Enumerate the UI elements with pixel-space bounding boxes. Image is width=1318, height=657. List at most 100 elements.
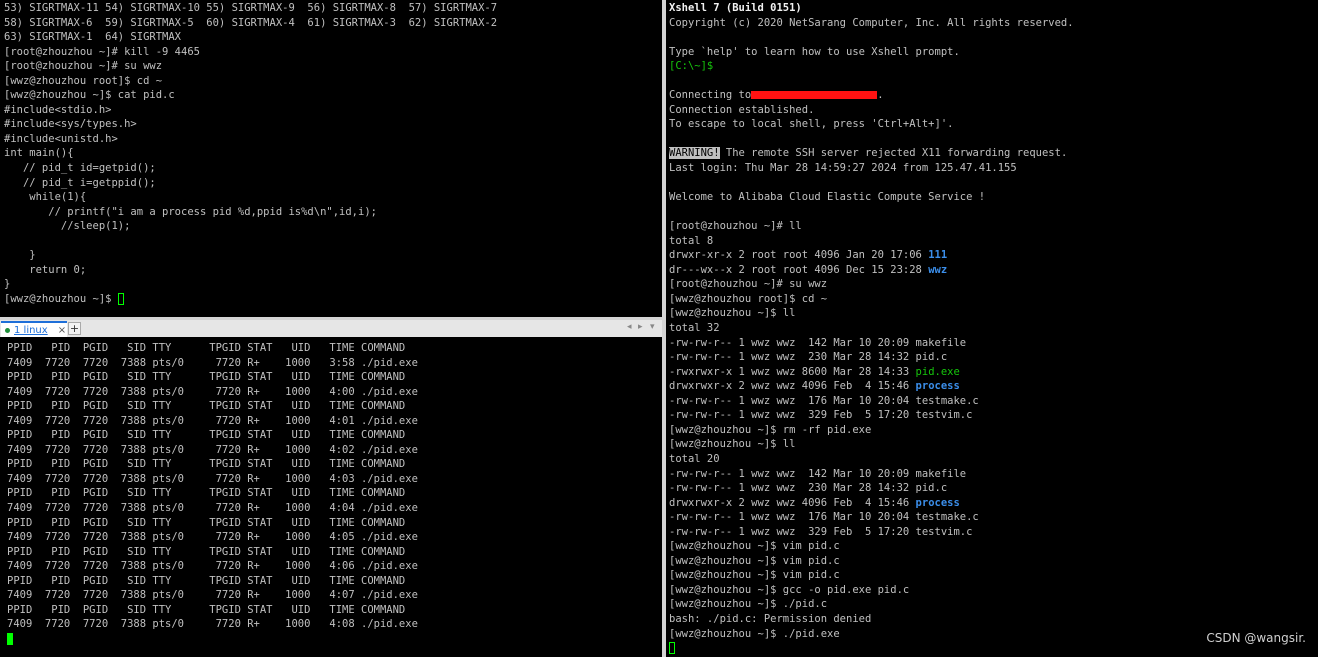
close-icon[interactable]: ×: [57, 325, 67, 336]
terminal-line: Connecting to.: [669, 88, 1318, 103]
tab-1-linux[interactable]: 1 linux ×: [1, 321, 67, 337]
terminal-text: dr---wx--x 2 root root 4096 Dec 15 23:28: [669, 263, 929, 276]
terminal-line: [root@zhouzhou ~]# ll: [669, 219, 1318, 234]
terminal-line: [wwz@zhouzhou ~]$ rm -rf pid.exe: [669, 423, 1318, 438]
terminal-line: 7409 7720 7720 7388 pts/0 7720 R+ 1000 4…: [7, 617, 662, 632]
terminal-line: 7409 7720 7720 7388 pts/0 7720 R+ 1000 4…: [7, 443, 662, 458]
terminal-line: PPID PID PGID SID TTY TPGID STAT UID TIM…: [7, 574, 662, 589]
terminal-line: #include<sys/types.h>: [4, 117, 662, 132]
terminal-text: PPID PID PGID SID TTY TPGID STAT UID TIM…: [7, 603, 406, 616]
terminal-pane-right[interactable]: Xshell 7 (Build 0151) Copyright (c) 2020 …: [666, 0, 1318, 657]
terminal-text: 7409 7720 7720 7388 pts/0 7720 R+ 1000 4…: [7, 560, 418, 573]
terminal-text: 7409 7720 7720 7388 pts/0 7720 R+ 1000 4…: [7, 414, 418, 427]
terminal-text: Connecting to: [669, 89, 752, 102]
text-cursor: [117, 292, 124, 305]
terminal-text: -rw-rw-r-- 1 wwz wwz 142 Mar 10 20:09 ma…: [669, 467, 967, 480]
terminal-text: [wwz@zhouzhou ~]$ vim pid.c: [669, 540, 840, 553]
terminal-line: [root@zhouzhou ~]# su wwz: [669, 277, 1318, 292]
terminal-line: -rwxrwxr-x 1 wwz wwz 8600 Mar 28 14:33 p…: [669, 365, 1318, 380]
terminal-line: PPID PID PGID SID TTY TPGID STAT UID TIM…: [7, 399, 662, 414]
terminal-line: 53) SIGRTMAX-11 54) SIGRTMAX-10 55) SIGR…: [4, 1, 662, 16]
terminal-text: [wwz@zhouzhou ~]$ rm -rf pid.exe: [669, 423, 872, 436]
add-tab-button[interactable]: +: [68, 322, 81, 335]
terminal-line: // pid_t i=getppid();: [4, 176, 662, 191]
terminal-text: 7409 7720 7720 7388 pts/0 7720 R+ 1000 4…: [7, 531, 418, 544]
terminal-line: Type `help' to learn how to use Xshell p…: [669, 45, 1318, 60]
terminal-text: [wwz@zhouzhou ~]$: [4, 292, 118, 305]
terminal-text: 7409 7720 7720 7388 pts/0 7720 R+ 1000 4…: [7, 443, 418, 456]
terminal-text: 63) SIGRTMAX-1 64) SIGRTMAX: [4, 31, 182, 44]
terminal-line: [wwz@zhouzhou ~]$ ll: [669, 437, 1318, 452]
terminal-line: Welcome to Alibaba Cloud Elastic Compute…: [669, 190, 1318, 205]
terminal-line: 7409 7720 7720 7388 pts/0 7720 R+ 1000 4…: [7, 588, 662, 603]
terminal-line: -rw-rw-r-- 1 wwz wwz 230 Mar 28 14:32 pi…: [669, 481, 1318, 496]
terminal-line: Xshell 7 (Build 0151): [669, 1, 1318, 16]
terminal-text: PPID PID PGID SID TTY TPGID STAT UID TIM…: [7, 371, 406, 384]
tab-label: 1 linux: [14, 324, 48, 336]
directory-name: wwz: [928, 263, 948, 276]
terminal-line: PPID PID PGID SID TTY TPGID STAT UID TIM…: [7, 428, 662, 443]
terminal-pane-bottom-left[interactable]: PPID PID PGID SID TTY TPGID STAT UID TIM…: [0, 337, 662, 657]
terminal-text: //sleep(1);: [4, 220, 131, 233]
terminal-line: bash: ./pid.c: Permission denied: [669, 612, 1318, 627]
chevron-right-icon[interactable]: ▸: [638, 322, 643, 332]
terminal-text: PPID PID PGID SID TTY TPGID STAT UID TIM…: [7, 545, 406, 558]
warning-label: WARNING!: [669, 147, 720, 160]
terminal-output: Xshell 7 (Build 0151) Copyright (c) 2020 …: [666, 0, 1318, 656]
terminal-line: while(1){: [4, 190, 662, 205]
terminal-line: 7409 7720 7720 7388 pts/0 7720 R+ 1000 4…: [7, 385, 662, 400]
terminal-text: // pid_t id=getpid();: [4, 162, 156, 175]
terminal-line: -rw-rw-r-- 1 wwz wwz 176 Mar 10 20:04 te…: [669, 510, 1318, 525]
terminal-line: Last login: Thu Mar 28 14:59:27 2024 fro…: [669, 161, 1318, 176]
terminal-text: -rw-rw-r-- 1 wwz wwz 176 Mar 10 20:04 te…: [669, 394, 979, 407]
terminal-text: bash: ./pid.c: Permission denied: [669, 612, 872, 625]
terminal-line: [wwz@zhouzhou ~]$ vim pid.c: [669, 539, 1318, 554]
terminal-text: 7409 7720 7720 7388 pts/0 7720 R+ 1000 4…: [7, 385, 418, 398]
terminal-line: }: [4, 248, 662, 263]
terminal-pane-top-left[interactable]: 53) SIGRTMAX-11 54) SIGRTMAX-10 55) SIGR…: [0, 0, 662, 317]
terminal-line: PPID PID PGID SID TTY TPGID STAT UID TIM…: [7, 370, 662, 385]
terminal-text: [wwz@zhouzhou ~]$ ll: [669, 438, 796, 451]
terminal-text: PPID PID PGID SID TTY TPGID STAT UID TIM…: [7, 487, 406, 500]
terminal-text: [wwz@zhouzhou ~]$ ll: [669, 307, 796, 320]
terminal-line: -rw-rw-r-- 1 wwz wwz 176 Mar 10 20:04 te…: [669, 394, 1318, 409]
terminal-output: PPID PID PGID SID TTY TPGID STAT UID TIM…: [0, 337, 662, 646]
chevron-down-icon[interactable]: ▾: [650, 322, 655, 332]
terminal-text: [wwz@zhouzhou root]$ cd ~: [4, 74, 163, 87]
terminal-text: total 20: [669, 452, 720, 465]
terminal-text: drwxr-xr-x 2 root root 4096 Jan 20 17:06: [669, 249, 929, 262]
terminal-line: drwxr-xr-x 2 root root 4096 Jan 20 17:06…: [669, 248, 1318, 263]
terminal-text: 7409 7720 7720 7388 pts/0 7720 R+ 1000 3…: [7, 356, 418, 369]
terminal-text: // pid_t i=getppid();: [4, 176, 156, 189]
banner-title: Xshell 7 (Build 0151): [669, 2, 802, 14]
terminal-line: 7409 7720 7720 7388 pts/0 7720 R+ 1000 4…: [7, 414, 662, 429]
terminal-line: 7409 7720 7720 7388 pts/0 7720 R+ 1000 4…: [7, 472, 662, 487]
terminal-line: -rw-rw-r-- 1 wwz wwz 142 Mar 10 20:09 ma…: [669, 336, 1318, 351]
text-cursor: [669, 642, 675, 655]
terminal-text: 7409 7720 7720 7388 pts/0 7720 R+ 1000 4…: [7, 472, 418, 485]
terminal-line: [wwz@zhouzhou root]$ cd ~: [4, 74, 662, 89]
terminal-text: 7409 7720 7720 7388 pts/0 7720 R+ 1000 4…: [7, 618, 418, 631]
terminal-text: PPID PID PGID SID TTY TPGID STAT UID TIM…: [7, 429, 406, 442]
terminal-text: Type `help' to learn how to use Xshell p…: [669, 45, 960, 58]
terminal-text: Copyright (c) 2020 NetSarang Computer, I…: [669, 16, 1074, 29]
terminal-line: dr---wx--x 2 root root 4096 Dec 15 23:28…: [669, 263, 1318, 278]
terminal-line: PPID PID PGID SID TTY TPGID STAT UID TIM…: [7, 603, 662, 618]
chevron-left-icon[interactable]: ◂: [627, 322, 632, 332]
terminal-text: The remote SSH server rejected X11 forwa…: [719, 147, 1068, 160]
terminal-text: }: [4, 249, 36, 262]
terminal-line: [wwz@zhouzhou root]$ cd ~: [669, 292, 1318, 307]
terminal-text: -rw-rw-r-- 1 wwz wwz 176 Mar 10 20:04 te…: [669, 511, 979, 524]
terminal-text: [wwz@zhouzhou ~]$ vim pid.c: [669, 569, 840, 582]
terminal-line: 7409 7720 7720 7388 pts/0 7720 R+ 1000 3…: [7, 356, 662, 371]
directory-name: 111: [928, 249, 948, 262]
session-tab-bar: 1 linux × + ◂ ▸ ▾: [0, 320, 662, 338]
terminal-line: PPID PID PGID SID TTY TPGID STAT UID TIM…: [7, 545, 662, 560]
terminal-text: return 0;: [4, 263, 87, 276]
green-text: pid.exe: [915, 365, 960, 378]
redacted-host: [751, 91, 878, 100]
